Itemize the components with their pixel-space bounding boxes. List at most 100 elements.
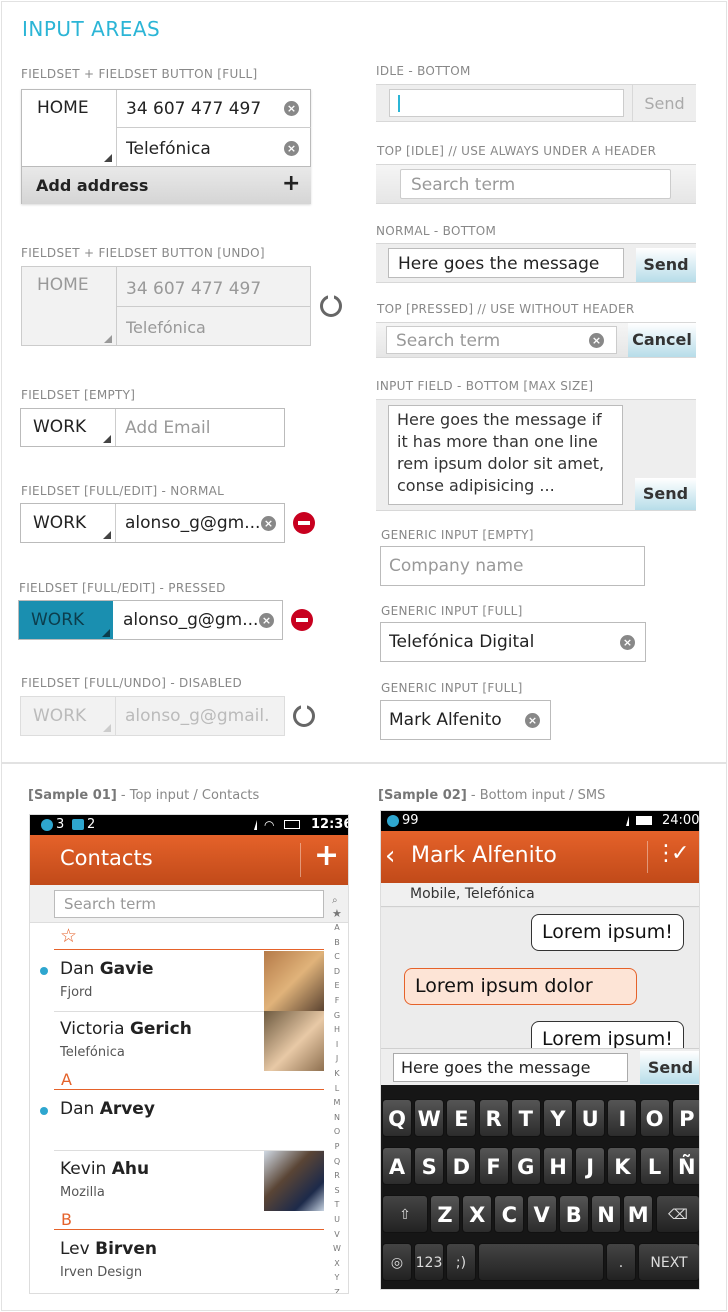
contact-name[interactable]: Lev Birven <box>60 1239 157 1259</box>
alphabet-letter[interactable]: X <box>331 1257 343 1272</box>
space-key[interactable] <box>478 1243 604 1281</box>
alphabet-letter[interactable]: A <box>331 921 343 936</box>
generic-input-full-2[interactable]: Mark Alfenito × <box>380 700 551 740</box>
key[interactable]: T <box>510 1099 541 1137</box>
fieldset-type[interactable]: WORK <box>33 417 86 437</box>
clear-icon[interactable]: × <box>525 713 540 728</box>
add-address-button[interactable]: Add address + <box>22 166 311 204</box>
email-field[interactable]: alonso_g@gm... <box>123 610 263 630</box>
send-button[interactable]: Send <box>636 248 696 282</box>
alphabet-letter[interactable]: G <box>331 1009 343 1024</box>
dot-key[interactable]: . <box>606 1243 636 1281</box>
numbers-key[interactable]: 123 <box>414 1243 444 1281</box>
alphabet-letter[interactable]: Y <box>331 1271 343 1286</box>
delete-icon[interactable] <box>291 609 313 631</box>
message-textarea[interactable]: Here goes the message if it has more tha… <box>388 405 623 505</box>
contact-name[interactable]: Dan Arvey <box>60 1099 155 1119</box>
key[interactable]: S <box>414 1147 445 1185</box>
key[interactable]: Z <box>430 1195 460 1233</box>
key[interactable]: H <box>543 1147 573 1185</box>
fieldset-type-pressed[interactable]: WORK <box>19 601 113 639</box>
clear-icon[interactable]: × <box>284 101 299 116</box>
key[interactable]: J <box>575 1147 606 1185</box>
fieldset-type[interactable]: WORK <box>33 513 86 533</box>
smiley-key[interactable]: ;) <box>446 1243 476 1281</box>
undo-icon[interactable] <box>293 703 315 727</box>
clear-icon[interactable]: × <box>259 613 274 628</box>
send-button[interactable]: Send <box>633 94 696 113</box>
key[interactable]: U <box>575 1099 606 1137</box>
contact-name[interactable]: Dan Gavie <box>60 959 154 979</box>
key[interactable]: C <box>494 1195 525 1233</box>
generic-input-full[interactable]: Telefónica Digital × <box>380 622 646 662</box>
shift-key[interactable]: ⇧ <box>382 1195 428 1233</box>
key[interactable]: G <box>510 1147 541 1185</box>
email-field[interactable]: alonso_g@gm... <box>125 513 265 533</box>
alphabet-letter[interactable]: J <box>331 1052 343 1067</box>
key[interactable]: K <box>607 1147 638 1185</box>
key[interactable]: R <box>478 1099 509 1137</box>
search-index-icon[interactable]: ⌕ <box>332 895 338 906</box>
fieldset-type[interactable]: HOME <box>37 98 89 118</box>
message-bubble-received[interactable]: Lorem ipsum dolor <box>404 968 637 1005</box>
key[interactable]: L <box>639 1147 670 1185</box>
contact-name[interactable]: Kevin Ahu <box>60 1159 149 1179</box>
check-icon[interactable]: ✓ <box>671 841 689 866</box>
key[interactable]: V <box>526 1195 557 1233</box>
message-input[interactable]: Here goes the message <box>388 248 624 278</box>
alphabet-letter[interactable]: C <box>331 950 343 965</box>
alphabet-letter[interactable]: F <box>331 994 343 1009</box>
key[interactable]: I <box>607 1099 638 1137</box>
key[interactable]: Ñ <box>671 1147 699 1185</box>
key[interactable]: E <box>446 1099 477 1137</box>
alphabet-letter[interactable]: W <box>331 1242 343 1257</box>
email-field[interactable]: Add Email <box>125 418 210 438</box>
add-icon[interactable]: + <box>314 838 339 873</box>
clear-icon[interactable]: × <box>620 635 635 650</box>
key[interactable]: A <box>382 1147 412 1185</box>
key[interactable]: F <box>478 1147 509 1185</box>
company-input[interactable]: Company name <box>380 546 645 586</box>
alphabet-letter[interactable]: D <box>331 965 343 980</box>
send-button[interactable]: Send <box>635 478 696 510</box>
carrier-field[interactable]: Telefónica <box>126 139 211 159</box>
alphabet-letter[interactable]: P <box>331 1140 343 1155</box>
clear-icon[interactable]: × <box>589 333 604 348</box>
delete-icon[interactable] <box>293 512 315 534</box>
message-input[interactable]: Here goes the message <box>393 1053 628 1082</box>
alphabet-letter[interactable]: V <box>331 1228 343 1243</box>
message-input[interactable] <box>389 89 624 117</box>
alphabet-letter[interactable]: K <box>331 1067 343 1082</box>
key[interactable]: P <box>671 1099 699 1137</box>
cancel-button[interactable]: Cancel <box>628 323 696 357</box>
key[interactable]: M <box>623 1195 654 1233</box>
back-icon[interactable]: ‹ <box>385 841 395 871</box>
alphabet-letter[interactable]: Q <box>331 1155 343 1170</box>
message-bubble[interactable]: Lorem ipsum! <box>531 914 684 951</box>
clear-icon[interactable]: × <box>284 141 299 156</box>
alphabet-letter[interactable]: I <box>331 1038 343 1053</box>
alphabet-letter[interactable]: B <box>331 936 343 951</box>
alphabet-letter[interactable]: O <box>331 1125 343 1140</box>
search-input[interactable]: Search term × <box>386 326 617 354</box>
alphabet-letter[interactable]: Z <box>331 1286 343 1293</box>
alphabet-letter[interactable]: U <box>331 1213 343 1228</box>
next-key[interactable]: NEXT <box>638 1243 699 1281</box>
send-button[interactable]: Send <box>640 1051 699 1084</box>
alphabet-letter[interactable]: T <box>331 1198 343 1213</box>
key[interactable]: D <box>446 1147 477 1185</box>
alphabet-letter[interactable]: E <box>331 979 343 994</box>
undo-icon[interactable] <box>320 293 342 317</box>
search-input[interactable]: Search term <box>400 169 671 199</box>
backspace-key[interactable]: ⌫ <box>656 1195 699 1233</box>
key[interactable]: O <box>639 1099 670 1137</box>
alphabet-letter[interactable]: M <box>331 1096 343 1111</box>
search-input[interactable]: Search term <box>54 890 324 918</box>
key[interactable]: X <box>462 1195 493 1233</box>
alphabet-letter[interactable]: N <box>331 1111 343 1126</box>
key[interactable]: B <box>558 1195 589 1233</box>
key[interactable]: Y <box>543 1099 573 1137</box>
key[interactable]: Q <box>382 1099 412 1137</box>
alphabet-letter[interactable]: L <box>331 1082 343 1097</box>
alphabet-letter[interactable]: R <box>331 1169 343 1184</box>
